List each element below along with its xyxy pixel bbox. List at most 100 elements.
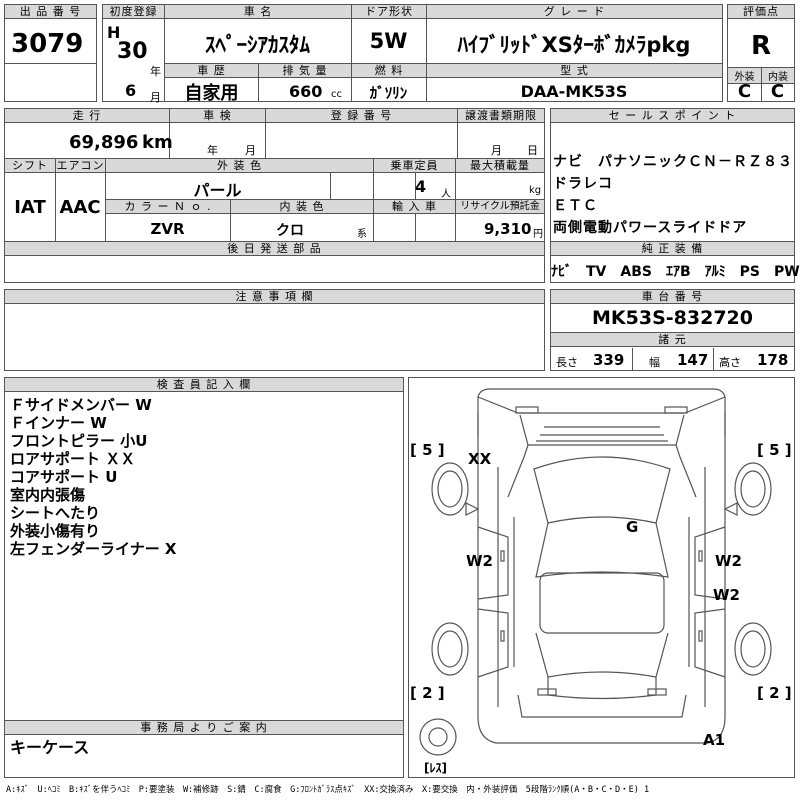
first-reg-header: 初度登録 (103, 5, 164, 19)
inspector-note: Ｆインナー W (10, 414, 107, 432)
max-load-header: 最大積載量 (455, 159, 544, 173)
exterior-color: パール (193, 181, 242, 200)
model: DAA-MK53S (520, 82, 628, 101)
lot-number-box: 出 品 番 号 3079 (4, 4, 97, 102)
mileage-header: 走 行 (5, 109, 169, 123)
sales-points-box: セ ー ル ス ポ イ ン ト ナビ パナソニックＣＮ－ＲＺ８３ ドラレコ ＥＴ… (550, 108, 800, 283)
door-type: 5W (369, 29, 408, 53)
inspector-note: 室内内張傷 (10, 486, 86, 504)
height-label: 高さ (719, 356, 741, 369)
inspector-note: 外装小傷有り (10, 522, 101, 540)
sales-point-line: ナビ パナソニックＣＮ－ＲＺ８３ (553, 154, 793, 170)
inspector-note: Ｆサイドメンバー W (10, 396, 152, 414)
grade-header: グ レ ー ド (426, 5, 722, 19)
door-header: ドア形状 (351, 5, 426, 19)
chassis-number: MK53S-832720 (592, 307, 753, 329)
length: 339 (593, 351, 625, 369)
color-number: ZVR (150, 220, 185, 238)
lot-number: 3079 (11, 29, 84, 59)
vehicle-info-grid: 初度登録 車 名 ドア形状 グ レ ー ド H 30 年 6 月 ｽﾍﾟｰｼｱｶ… (102, 4, 723, 104)
legend: A:ｷｽﾞ U:ﾍｺﾐ B:ｷｽﾞを伴うﾍｺﾐ P:要塗装 W:補修跡 S:錆 … (6, 785, 650, 795)
car-name-header: 車 名 (164, 5, 351, 19)
recycle-fee: 9,310 (484, 220, 532, 238)
ac-header: エアコン (55, 159, 105, 173)
office-note: キーケース (10, 738, 90, 757)
inspector-note: ロアサポート ＸＸ (10, 450, 136, 468)
interior-color-unit: 系 (357, 229, 367, 240)
score-box: 評価点 R 外装 内装 C C (727, 4, 795, 102)
transfer-doc-header: 譲渡書類期限 (457, 109, 544, 123)
tire-rear-right: [ 2 ] (757, 684, 792, 702)
fuel: ｶﾞｿﾘﾝ (369, 84, 408, 102)
inspector-note: コアサポート U (10, 468, 118, 486)
details-grid: 走 行 車 検 登 録 番 号 譲渡書類期限 69,896 km 年 月 月 日… (4, 108, 545, 283)
reg-year: 30 (117, 39, 148, 64)
score-header: 評価点 (728, 5, 794, 19)
damage-mark-a1: A1 (703, 731, 726, 749)
length-label: 長さ (556, 356, 578, 369)
history-header: 車 歴 (165, 64, 258, 78)
displacement: 660 (289, 82, 323, 101)
inspection-header: 車 検 (169, 109, 265, 123)
history: 自家用 (184, 83, 239, 104)
reg-month: 6 (125, 81, 137, 100)
caution-box: 注 意 事 項 欄 (4, 289, 545, 371)
car-diagram (419, 388, 772, 756)
inspection-month-unit: 月 (245, 144, 256, 157)
equipment: ﾅﾋﾞ TV ABS ｴｱB ｱﾙﾐ PS PW (551, 264, 800, 280)
inspector-notes-box: 検 査 員 記 入 欄 Ｆサイドメンバー W Ｆインナー W フロントピラー 小… (4, 377, 404, 721)
chassis-header: 車 台 番 号 (551, 290, 794, 304)
damage-mark-w2-right: W2 (715, 552, 742, 570)
spare-tire: [ﾚｽ] (424, 761, 447, 775)
damage-mark-xx: XX (468, 450, 492, 468)
caution-header: 注 意 事 項 欄 (5, 290, 544, 304)
interior-grade: C (770, 81, 785, 102)
office-notes-header: 事 務 局 よ り ご 案 内 (5, 721, 403, 735)
inspector-note: シートへたり (10, 504, 101, 522)
import-header: 輸 入 車 (373, 200, 455, 214)
capacity-unit: 人 (441, 189, 451, 200)
office-notes-box: 事 務 局 よ り ご 案 内 キーケース (4, 720, 404, 778)
interior-color-header: 内 装 色 (230, 200, 373, 214)
tire-front-left: [ 5 ] (410, 441, 445, 459)
recycle-header: リサイクル預託金 (455, 200, 544, 214)
reg-month-unit: 月 (150, 91, 161, 104)
equipment-header: 純 正 装 備 (551, 242, 794, 256)
inspector-note: 左フェンダーライナー X (10, 540, 177, 558)
mileage: 69,896 (69, 132, 139, 153)
reg-number-header: 登 録 番 号 (265, 109, 457, 123)
model-header: 型 式 (426, 64, 722, 78)
exterior-grade: C (737, 81, 752, 102)
inspection-year-unit: 年 (207, 144, 218, 157)
sales-point-line: 両側電動パワースライドドア (553, 220, 748, 236)
width-label: 幅 (649, 356, 660, 369)
score: R (750, 31, 772, 61)
mileage-unit: km (142, 132, 173, 153)
grade: ﾊｲﾌﾞﾘｯﾄﾞXSﾀｰﾎﾞｶﾒﾗpkg (457, 33, 691, 57)
recycle-fee-unit: 円 (533, 229, 543, 240)
car-name: ｽﾍﾟｰｼｱｶｽﾀﾑ (205, 33, 310, 57)
tire-front-right: [ 5 ] (757, 441, 792, 459)
chassis-box: 車 台 番 号 MK53S-832720 諸 元 長さ 339 幅 147 高さ… (550, 289, 795, 371)
capacity: 4 (415, 177, 427, 196)
doc-month-unit: 月 (491, 144, 502, 157)
lot-number-header: 出 品 番 号 (5, 5, 96, 19)
exterior-color-header: 外 装 色 (105, 159, 373, 173)
damage-mark-g: G (626, 518, 639, 536)
sales-points-header: セ ー ル ス ポ イ ン ト (551, 109, 794, 123)
width: 147 (677, 351, 709, 369)
interior-color: クロ (276, 223, 304, 239)
fuel-header: 燃 料 (351, 64, 426, 78)
ac: AAC (59, 197, 101, 218)
max-load-unit: kg (529, 185, 542, 196)
shift-header: シフト (5, 159, 55, 173)
color-number-header: カ ラ ー Ｎ ｏ . (106, 200, 230, 214)
height: 178 (757, 351, 789, 369)
inspector-note: フロントピラー 小U (10, 432, 148, 450)
later-parts-header: 後 日 発 送 部 品 (5, 242, 544, 256)
specs-header: 諸 元 (551, 333, 794, 347)
sales-point-line: ＥＴＣ (553, 198, 598, 214)
doc-day-unit: 日 (527, 144, 538, 157)
damage-mark-w2-left: W2 (466, 552, 493, 570)
shift: IAT (14, 197, 46, 218)
